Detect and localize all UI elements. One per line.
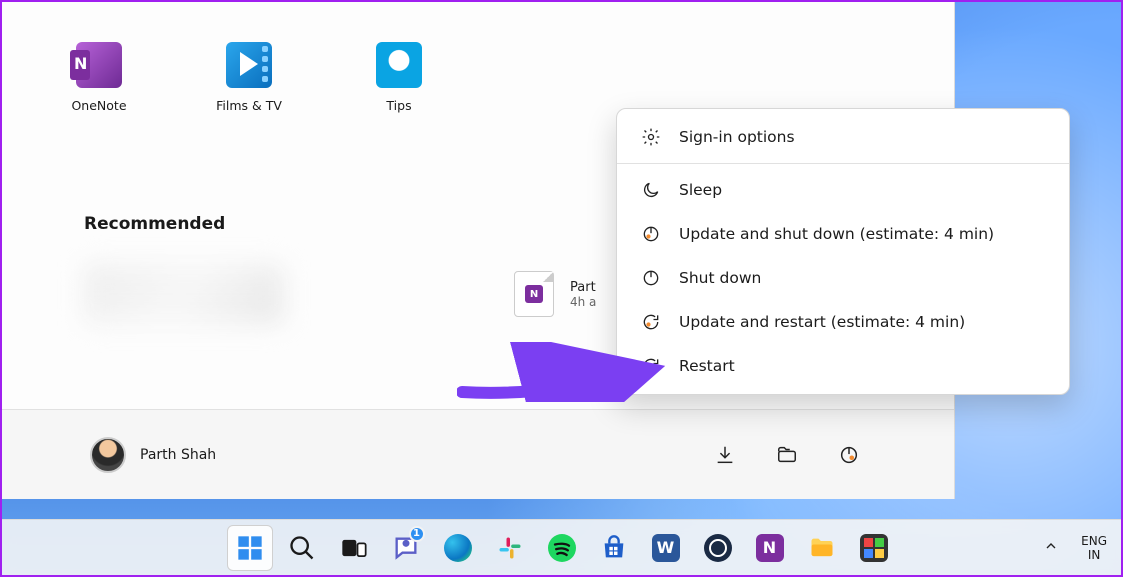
menu-separator [617, 163, 1069, 164]
taskbar-chat-button[interactable]: 1 [383, 525, 429, 571]
restart-icon [641, 356, 661, 376]
start-menu-footer: Parth Shah [2, 409, 954, 499]
downloads-button[interactable] [708, 438, 742, 472]
power-button[interactable] [832, 438, 866, 472]
pinned-app-label: OneNote [71, 98, 126, 113]
taskbar-word-button[interactable]: W [643, 525, 689, 571]
pinned-app-onenote[interactable]: OneNote [54, 42, 144, 113]
taskbar-spotify-button[interactable] [539, 525, 585, 571]
gear-icon [641, 127, 661, 147]
pinned-app-tips[interactable]: Tips [354, 42, 444, 113]
taskbar-edge-button[interactable] [435, 525, 481, 571]
taskbar-1password-button[interactable] [695, 525, 741, 571]
windows-icon [236, 534, 264, 562]
restart-update-icon [641, 312, 661, 332]
films-tv-icon [226, 42, 272, 88]
language-line1: ENG [1081, 534, 1107, 548]
store-icon [600, 534, 628, 562]
download-icon [714, 444, 736, 466]
pinned-app-films-tv[interactable]: Films & TV [204, 42, 294, 113]
user-name: Parth Shah [140, 447, 216, 463]
power-menu-update-shutdown[interactable]: Update and shut down (estimate: 4 min) [617, 212, 1069, 256]
taskbar-taskview-button[interactable] [331, 525, 377, 571]
power-update-icon [641, 224, 661, 244]
menu-label: Shut down [679, 269, 761, 287]
menu-label: Restart [679, 357, 735, 375]
power-menu-restart[interactable]: Restart [617, 344, 1069, 388]
powertoys-icon [860, 534, 888, 562]
onepassword-icon [704, 534, 732, 562]
notification-badge: 1 [409, 526, 425, 542]
taskbar-center: 1 W [227, 525, 897, 571]
taskbar-language-indicator[interactable]: ENG IN [1081, 534, 1107, 562]
onenote-icon [76, 42, 122, 88]
taskbar-overflow-button[interactable] [1043, 538, 1059, 557]
recommended-item-title: Part [570, 280, 596, 295]
taskbar-slack-button[interactable] [487, 525, 533, 571]
taskbar-powertoys-button[interactable] [851, 525, 897, 571]
onenote-icon: N [756, 534, 784, 562]
word-icon: W [652, 534, 680, 562]
power-menu-shutdown[interactable]: Shut down [617, 256, 1069, 300]
taskbar-store-button[interactable] [591, 525, 637, 571]
recommended-item-text: Part 4h a [570, 280, 596, 309]
taskbar-start-button[interactable] [227, 525, 273, 571]
taskbar-right: ENG IN [1043, 534, 1107, 562]
spotify-icon [548, 534, 576, 562]
document-icon: N [514, 271, 554, 317]
taskbar-onenote-button[interactable]: N [747, 525, 793, 571]
pinned-apps-row: OneNote Films & TV Tips [54, 42, 444, 113]
power-icon [641, 268, 661, 288]
menu-label: Update and shut down (estimate: 4 min) [679, 225, 994, 243]
edge-icon [444, 534, 472, 562]
folder-icon [776, 444, 798, 466]
pinned-app-label: Films & TV [216, 98, 282, 113]
taskview-icon [340, 534, 368, 562]
documents-button[interactable] [770, 438, 804, 472]
moon-icon [641, 180, 661, 200]
taskbar-search-button[interactable] [279, 525, 325, 571]
file-explorer-icon [808, 534, 836, 562]
menu-label: Update and restart (estimate: 4 min) [679, 313, 965, 331]
power-menu-update-restart[interactable]: Update and restart (estimate: 4 min) [617, 300, 1069, 344]
onenote-badge-icon: N [525, 285, 543, 303]
user-profile-button[interactable]: Parth Shah [90, 437, 216, 473]
footer-actions [708, 438, 866, 472]
taskbar-file-explorer-button[interactable] [799, 525, 845, 571]
language-line2: IN [1081, 548, 1107, 562]
power-menu-sleep[interactable]: Sleep [617, 168, 1069, 212]
recommended-heading: Recommended [84, 214, 225, 234]
search-icon [288, 534, 316, 562]
recommended-item-blurred[interactable] [84, 254, 334, 334]
slack-icon [496, 534, 524, 562]
avatar [90, 437, 126, 473]
recommended-item-subtitle: 4h a [570, 295, 596, 309]
power-menu-signin-options[interactable]: Sign-in options [617, 115, 1069, 159]
blurred-content [84, 264, 284, 324]
power-menu: Sign-in options Sleep Update and shut do… [616, 108, 1070, 395]
menu-label: Sleep [679, 181, 722, 199]
power-icon [838, 444, 860, 466]
tips-icon [376, 42, 422, 88]
menu-label: Sign-in options [679, 128, 795, 146]
pinned-app-label: Tips [386, 98, 411, 113]
chevron-up-icon [1043, 538, 1059, 554]
taskbar: 1 W [2, 519, 1121, 575]
